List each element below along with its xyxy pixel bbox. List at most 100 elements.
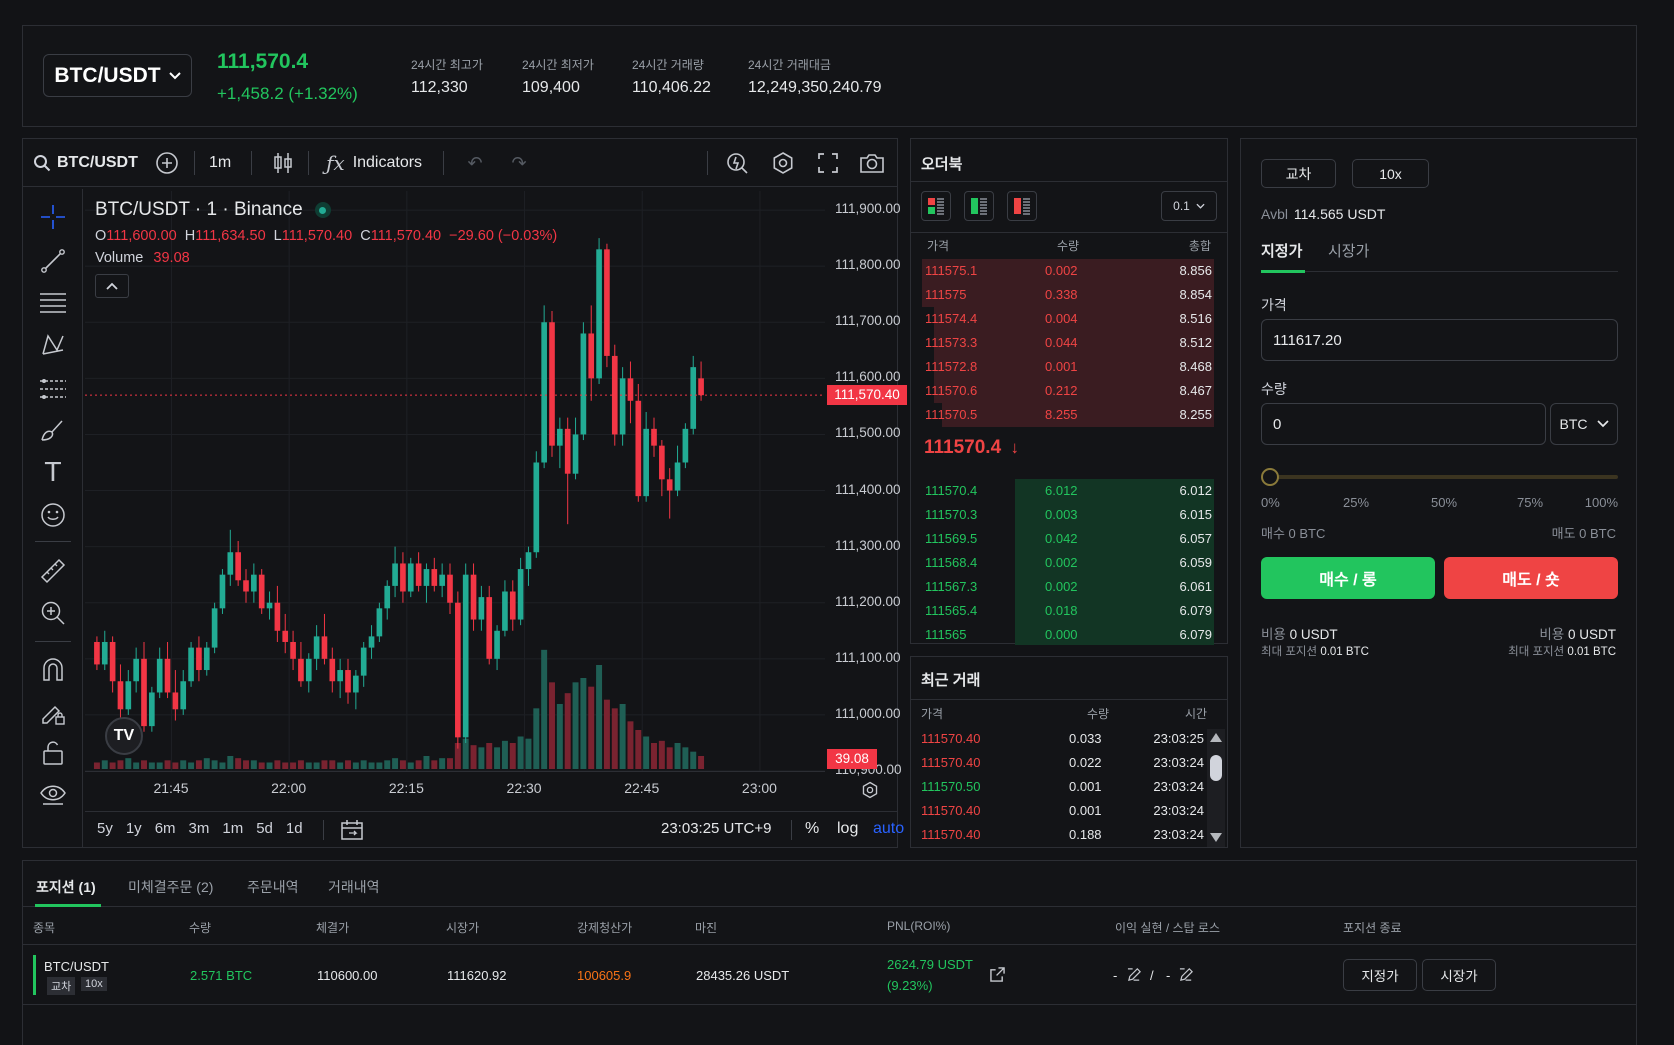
goto-date-icon[interactable] (339, 818, 365, 842)
tab-market[interactable]: 시장가 (1328, 240, 1369, 261)
view-both-icon[interactable] (921, 191, 951, 221)
close-market-button[interactable]: 시장가 (1422, 959, 1496, 991)
volume-bar (164, 760, 171, 769)
range-1m[interactable]: 1m (222, 820, 243, 837)
auto-toggle[interactable]: auto (873, 820, 904, 838)
position-row[interactable]: BTC/USDT 교차 10x 2.571 BTC 110600.00 1116… (23, 945, 1636, 1005)
projection-icon[interactable] (39, 375, 67, 403)
range-1d[interactable]: 1d (286, 820, 303, 837)
ask-row[interactable]: 111575.1 0.002 8.856 (911, 259, 1226, 283)
percent-toggle[interactable]: % (805, 820, 819, 838)
symbol-search-button[interactable]: BTC/USDT (33, 151, 138, 175)
edit-tp-icon[interactable] (1125, 965, 1143, 983)
emoji-icon[interactable] (39, 501, 67, 529)
bid-price: 111570.4 (925, 483, 978, 498)
scroll-down-icon[interactable] (1210, 833, 1222, 842)
fullscreen-icon[interactable] (814, 149, 842, 177)
mark-75[interactable]: 75% (1517, 495, 1543, 510)
bid-row[interactable]: 111570.4 6.012 6.012 (911, 479, 1226, 503)
ask-row[interactable]: 111572.8 0.001 8.468 (911, 355, 1226, 379)
precision-select[interactable]: 0.1 (1161, 191, 1217, 221)
bid-total: 6.061 (1179, 579, 1212, 594)
ask-row[interactable]: 111573.3 0.044 8.512 (911, 331, 1226, 355)
mark-100[interactable]: 100% (1585, 495, 1618, 510)
indicators-button[interactable]: ƒx Indicators (326, 149, 422, 177)
view-asks-icon[interactable] (1007, 191, 1037, 221)
leverage-button[interactable]: 10x (1352, 159, 1429, 188)
candle-type-icon[interactable] (271, 151, 295, 175)
bid-row[interactable]: 111570.3 0.003 6.015 (911, 503, 1226, 527)
share-icon[interactable] (988, 965, 1006, 983)
range-5y[interactable]: 5y (97, 820, 113, 837)
text-icon[interactable]: T (39, 458, 67, 488)
trades-scrollbar[interactable] (1207, 729, 1225, 847)
ask-row[interactable]: 111570.5 8.255 8.255 (911, 403, 1226, 427)
bid-row[interactable]: 111569.5 0.042 6.057 (911, 527, 1226, 551)
tab-trade-history[interactable]: 거래내역 (328, 877, 380, 897)
sell-short-button[interactable]: 매도 / 숏 (1444, 557, 1618, 599)
ask-total: 8.255 (1179, 407, 1212, 422)
trade-price: 111570.40 (921, 731, 981, 746)
tradingview-logo-icon[interactable]: TV (105, 717, 143, 755)
ask-row[interactable]: 111574.4 0.004 8.516 (911, 307, 1226, 331)
range-5d[interactable]: 5d (256, 820, 273, 837)
ask-row[interactable]: 111575 0.338 8.854 (911, 283, 1226, 307)
mark-0[interactable]: 0% (1261, 495, 1280, 510)
mark-50[interactable]: 50% (1431, 495, 1457, 510)
lock-drawing-icon[interactable] (39, 699, 67, 727)
symbol-selector[interactable]: BTC/USDT (43, 54, 192, 97)
bid-row[interactable]: 111565.4 0.018 6.079 (911, 599, 1226, 623)
interval-button[interactable]: 1m (209, 151, 231, 175)
candle-body (588, 333, 595, 379)
bid-row[interactable]: 111567.3 0.002 6.061 (911, 575, 1226, 599)
qty-input[interactable]: 0 (1261, 403, 1546, 445)
crosshair-icon[interactable] (39, 203, 67, 231)
price-tick-label: 111,900.00 (835, 201, 901, 217)
horizontal-lines-icon[interactable] (39, 289, 67, 317)
bid-row[interactable]: 111568.4 0.002 6.059 (911, 551, 1226, 575)
tab-limit[interactable]: 지정가 (1261, 240, 1302, 261)
scroll-up-icon[interactable] (1210, 733, 1222, 742)
buy-long-button[interactable]: 매수 / 롱 (1261, 557, 1435, 599)
magnet-icon[interactable] (39, 655, 67, 683)
edit-sl-icon[interactable] (1177, 965, 1195, 983)
view-bids-icon[interactable] (964, 191, 994, 221)
bid-row[interactable]: 111565 0.000 6.079 (911, 623, 1226, 645)
qty-unit-select[interactable]: BTC (1550, 403, 1618, 445)
eye-icon[interactable] (39, 781, 67, 809)
margin-mode-button[interactable]: 교차 (1261, 159, 1336, 188)
long-indicator (33, 955, 36, 995)
tab-positions[interactable]: 포지션 (1) (36, 877, 96, 897)
tab-open-orders[interactable]: 미체결주문 (2) (128, 877, 213, 897)
camera-icon[interactable] (858, 149, 886, 177)
alert-icon[interactable] (723, 149, 751, 177)
redo-icon[interactable]: ↷ (507, 151, 531, 175)
range-6m[interactable]: 6m (155, 820, 176, 837)
collapse-legend-button[interactable] (95, 274, 129, 298)
price-input[interactable]: 111617.20 (1261, 319, 1618, 361)
chart-area[interactable]: BTC/USDT · 1 · Binance O111,600.00 H111,… (85, 191, 907, 811)
log-toggle[interactable]: log (837, 820, 858, 838)
close-limit-button[interactable]: 지정가 (1343, 959, 1417, 991)
price-axis[interactable]: 111,900.00 111,800.00 111,700.00 111,600.00… (825, 191, 902, 777)
zoom-in-icon[interactable] (39, 599, 67, 627)
compare-add-icon[interactable] (153, 149, 181, 177)
trendline-icon[interactable] (39, 247, 67, 275)
mark-25[interactable]: 25% (1343, 495, 1369, 510)
slider-thumb[interactable] (1261, 468, 1279, 486)
scroll-thumb[interactable] (1210, 755, 1222, 781)
ask-row[interactable]: 111570.6 0.212 8.467 (911, 379, 1226, 403)
time-axis[interactable]: 21:45 22:00 22:15 22:30 22:45 23:00 (85, 771, 825, 807)
axis-settings-icon[interactable] (859, 779, 881, 801)
chart-clock[interactable]: 23:03:25 UTC+9 (661, 820, 772, 837)
settings-icon[interactable] (769, 149, 797, 177)
unlock-icon[interactable] (39, 739, 67, 767)
pattern-icon[interactable] (39, 331, 67, 359)
range-3m[interactable]: 3m (189, 820, 210, 837)
range-1y[interactable]: 1y (126, 820, 142, 837)
ruler-icon[interactable] (39, 557, 67, 585)
brush-icon[interactable] (39, 417, 67, 445)
qty-slider[interactable] (1261, 467, 1618, 487)
undo-icon[interactable]: ↶ (463, 151, 487, 175)
tab-order-history[interactable]: 주문내역 (247, 877, 299, 897)
